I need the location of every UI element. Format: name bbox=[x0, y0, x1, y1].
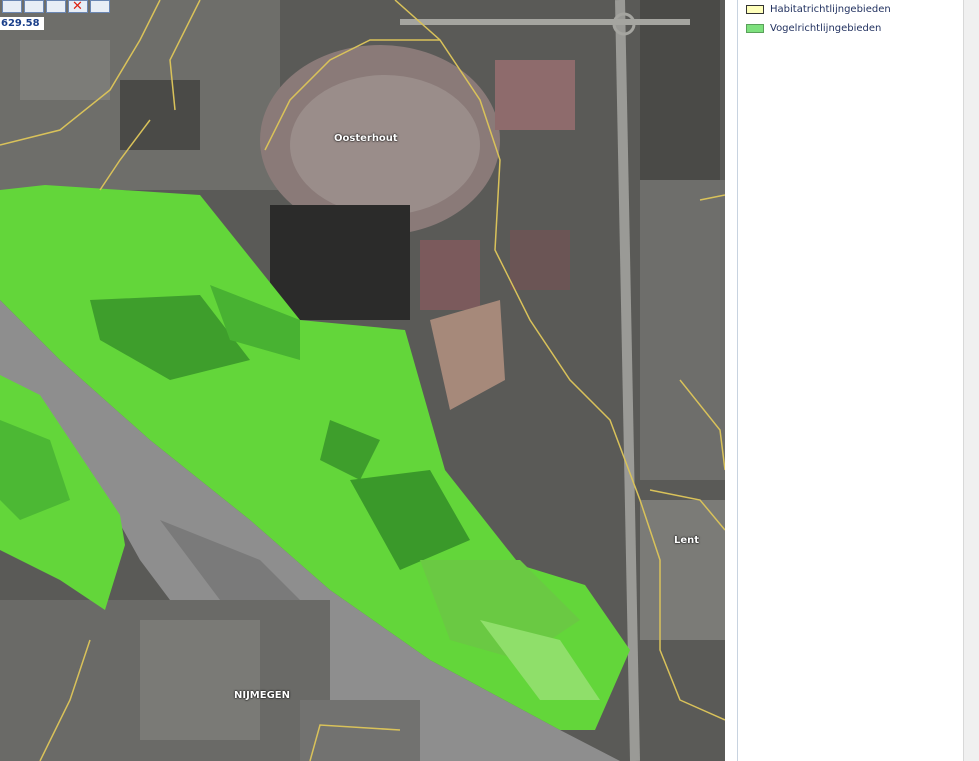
legend-panel: Habitatrichtlijngebieden Vogelrichtlijng… bbox=[737, 0, 964, 761]
place-label-oosterhout: Oosterhout bbox=[334, 133, 398, 144]
legend-item-habitat[interactable]: Habitatrichtlijngebieden bbox=[738, 0, 964, 19]
place-label-lent: Lent bbox=[674, 535, 700, 546]
zoom-full-icon[interactable] bbox=[24, 0, 44, 13]
zoom-extent-icon[interactable] bbox=[2, 0, 22, 13]
legend-label: Habitatrichtlijngebieden bbox=[770, 4, 891, 15]
habitat-swatch bbox=[746, 5, 764, 14]
clear-selection-icon[interactable]: ✕ bbox=[68, 0, 88, 14]
map-view[interactable]: ✕ 629.58 Oosterhout Lent NIJMEGEN bbox=[0, 0, 725, 761]
panel-divider bbox=[725, 0, 737, 761]
legend-item-bird[interactable]: Vogelrichtlijngebieden bbox=[738, 19, 964, 38]
export-icon[interactable] bbox=[90, 0, 110, 13]
legend-scrollbar[interactable] bbox=[963, 0, 979, 761]
legend-label: Vogelrichtlijngebieden bbox=[770, 23, 882, 34]
bird-swatch bbox=[746, 24, 764, 33]
aerial-map bbox=[0, 0, 725, 761]
back-arrow-icon[interactable] bbox=[46, 0, 66, 13]
place-label-nijmegen: NIJMEGEN bbox=[234, 690, 291, 701]
map-toolbar: ✕ bbox=[0, 0, 110, 14]
coordinate-readout: 629.58 bbox=[0, 17, 44, 30]
